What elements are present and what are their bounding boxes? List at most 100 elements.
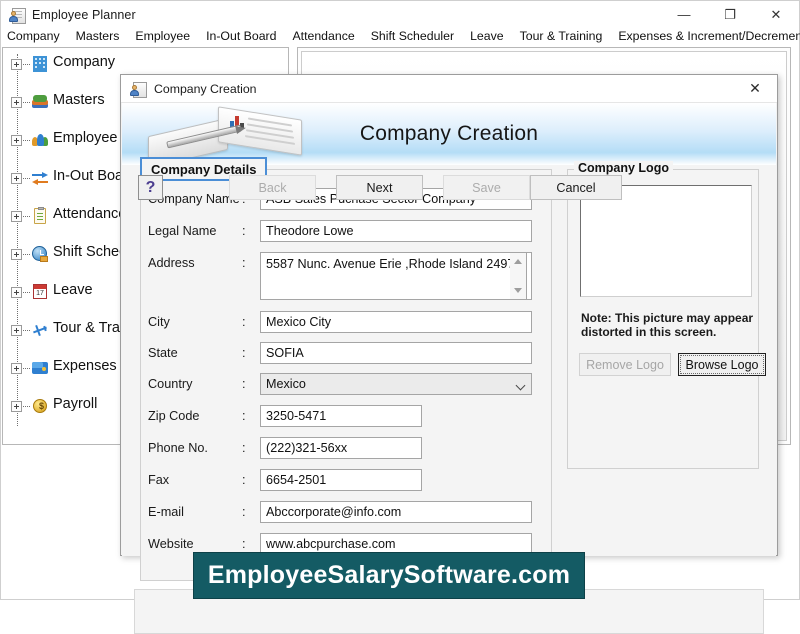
airplane-icon xyxy=(31,321,49,339)
expand-plus-icon[interactable] xyxy=(11,401,22,412)
menu-item-in-out-board[interactable]: In-Out Board xyxy=(198,28,284,45)
tree-item-label: Employee xyxy=(53,130,118,146)
back-button[interactable]: Back xyxy=(229,175,316,200)
calendar-icon: 17 xyxy=(31,283,49,301)
expand-plus-icon[interactable] xyxy=(11,325,22,336)
people-icon xyxy=(31,131,49,149)
tree-dash xyxy=(23,178,30,179)
field-label: Phone No. xyxy=(148,441,208,455)
watermark-banner: EmployeeSalarySoftware.com xyxy=(193,552,585,599)
dialog-icon xyxy=(130,81,147,98)
dialog-heading: Company Creation xyxy=(359,122,539,145)
menu-item-employee[interactable]: Employee xyxy=(127,28,198,45)
close-button[interactable]: ✕ xyxy=(753,1,799,28)
field-colon: : xyxy=(242,441,246,455)
fax-input[interactable]: 6654-2501 xyxy=(260,469,422,491)
field-label: Country xyxy=(148,377,193,391)
tree-dash xyxy=(23,292,30,293)
zip-code-input[interactable]: 3250-5471 xyxy=(260,405,422,427)
expand-plus-icon[interactable] xyxy=(11,97,22,108)
tree-dash xyxy=(23,102,30,103)
dialog-banner: Company Creation xyxy=(122,103,776,165)
field-label: City xyxy=(148,315,170,329)
clock-icon xyxy=(31,245,49,263)
chevron-down-icon[interactable] xyxy=(517,382,525,390)
menu-item-leave[interactable]: Leave xyxy=(462,28,512,45)
menu-item-company[interactable]: Company xyxy=(1,28,68,45)
dialog-title: Company Creation xyxy=(154,81,257,96)
field-colon: : xyxy=(242,473,246,487)
menu-item-masters[interactable]: Masters xyxy=(68,28,128,45)
menu-item-expenses-increment-decrement[interactable]: Expenses & Increment/Decrement xyxy=(610,28,800,45)
field-label: Website xyxy=(148,537,194,551)
field-label: E-mail xyxy=(148,505,184,519)
country-select-value: Mexico xyxy=(266,377,306,391)
scroll-down-arrow-icon[interactable] xyxy=(514,288,522,293)
field-label: Fax xyxy=(148,473,170,487)
remove-logo-button[interactable]: Remove Logo xyxy=(579,353,671,376)
save-button[interactable]: Save xyxy=(443,175,530,200)
expand-plus-icon[interactable] xyxy=(11,363,22,374)
tree-dash xyxy=(23,64,30,65)
clipboard-icon xyxy=(31,207,49,225)
expand-plus-icon[interactable] xyxy=(11,135,22,146)
company-logo-group-title: Company Logo xyxy=(574,161,673,175)
country-select[interactable]: Mexico xyxy=(260,373,532,395)
expand-plus-icon[interactable] xyxy=(11,211,22,222)
legal-name-input[interactable]: Theodore Lowe xyxy=(260,220,532,242)
company-creation-dialog: Company Creation ✕ Company Creation Comp… xyxy=(120,74,778,634)
tree-dash xyxy=(23,254,30,255)
building-icon xyxy=(31,55,49,73)
menu-item-attendance[interactable]: Attendance xyxy=(284,28,362,45)
field-colon: : xyxy=(242,224,246,238)
tree-dash xyxy=(23,406,30,407)
dialog-close-button[interactable]: ✕ xyxy=(733,75,777,102)
tree-dash xyxy=(23,140,30,141)
wallet-icon xyxy=(31,359,49,377)
phone-no-input[interactable]: (222)321-56xx xyxy=(260,437,422,459)
browse-logo-button[interactable]: Browse Logo xyxy=(678,353,766,376)
arrows-icon xyxy=(31,169,49,187)
help-button[interactable]: ? xyxy=(138,175,163,200)
menu-item-shift-scheduler[interactable]: Shift Scheduler xyxy=(363,28,462,45)
expand-plus-icon[interactable] xyxy=(11,249,22,260)
menu-item-tour-training[interactable]: Tour & Training xyxy=(512,28,611,45)
tree-dash xyxy=(23,330,30,331)
cancel-button[interactable]: Cancel xyxy=(530,175,622,200)
tree-item-label: Leave xyxy=(53,282,93,298)
logo-note-text: Note: This picture may appear distorted … xyxy=(581,311,754,339)
field-colon: : xyxy=(242,409,246,423)
field-label: Address xyxy=(148,256,195,270)
layers-icon xyxy=(31,93,49,111)
city-input[interactable]: Mexico City xyxy=(260,311,532,333)
address-textarea[interactable]: 5587 Nunc. Avenue Erie ,Rhode Island 249… xyxy=(260,252,532,300)
state-input[interactable]: SOFIA xyxy=(260,342,532,364)
tree-item-label: Company xyxy=(53,54,116,70)
scroll-up-arrow-icon[interactable] xyxy=(514,259,522,264)
window-titlebar: Employee Planner — ❐ ✕ xyxy=(1,1,799,28)
maximize-button[interactable]: ❐ xyxy=(707,1,753,28)
app-title: Employee Planner xyxy=(32,7,136,22)
expand-plus-icon[interactable] xyxy=(11,59,22,70)
field-colon: : xyxy=(242,505,246,519)
window-controls: — ❐ ✕ xyxy=(661,1,799,28)
address-scrollbar[interactable] xyxy=(510,252,527,300)
field-label: State xyxy=(148,346,178,360)
email-input[interactable]: Abccorporate@info.com xyxy=(260,501,532,523)
tree-dash xyxy=(23,368,30,369)
field-colon: : xyxy=(242,256,246,270)
app-icon xyxy=(9,7,26,24)
expand-plus-icon[interactable] xyxy=(11,287,22,298)
logo-preview-area[interactable] xyxy=(580,185,752,297)
coin-icon: $ xyxy=(31,397,49,415)
tree-dash xyxy=(23,216,30,217)
next-button[interactable]: Next xyxy=(336,175,423,200)
dialog-titlebar: Company Creation ✕ xyxy=(121,75,777,103)
tree-item-label: Payroll xyxy=(53,396,98,412)
expand-plus-icon[interactable] xyxy=(11,173,22,184)
minimize-button[interactable]: — xyxy=(661,1,707,28)
tree-item-label: Masters xyxy=(53,92,105,108)
dialog-body: Company Details Company Name : ASB Sales… xyxy=(122,157,776,634)
tree-item-label: Attendance xyxy=(53,206,127,222)
field-colon: : xyxy=(242,377,246,391)
